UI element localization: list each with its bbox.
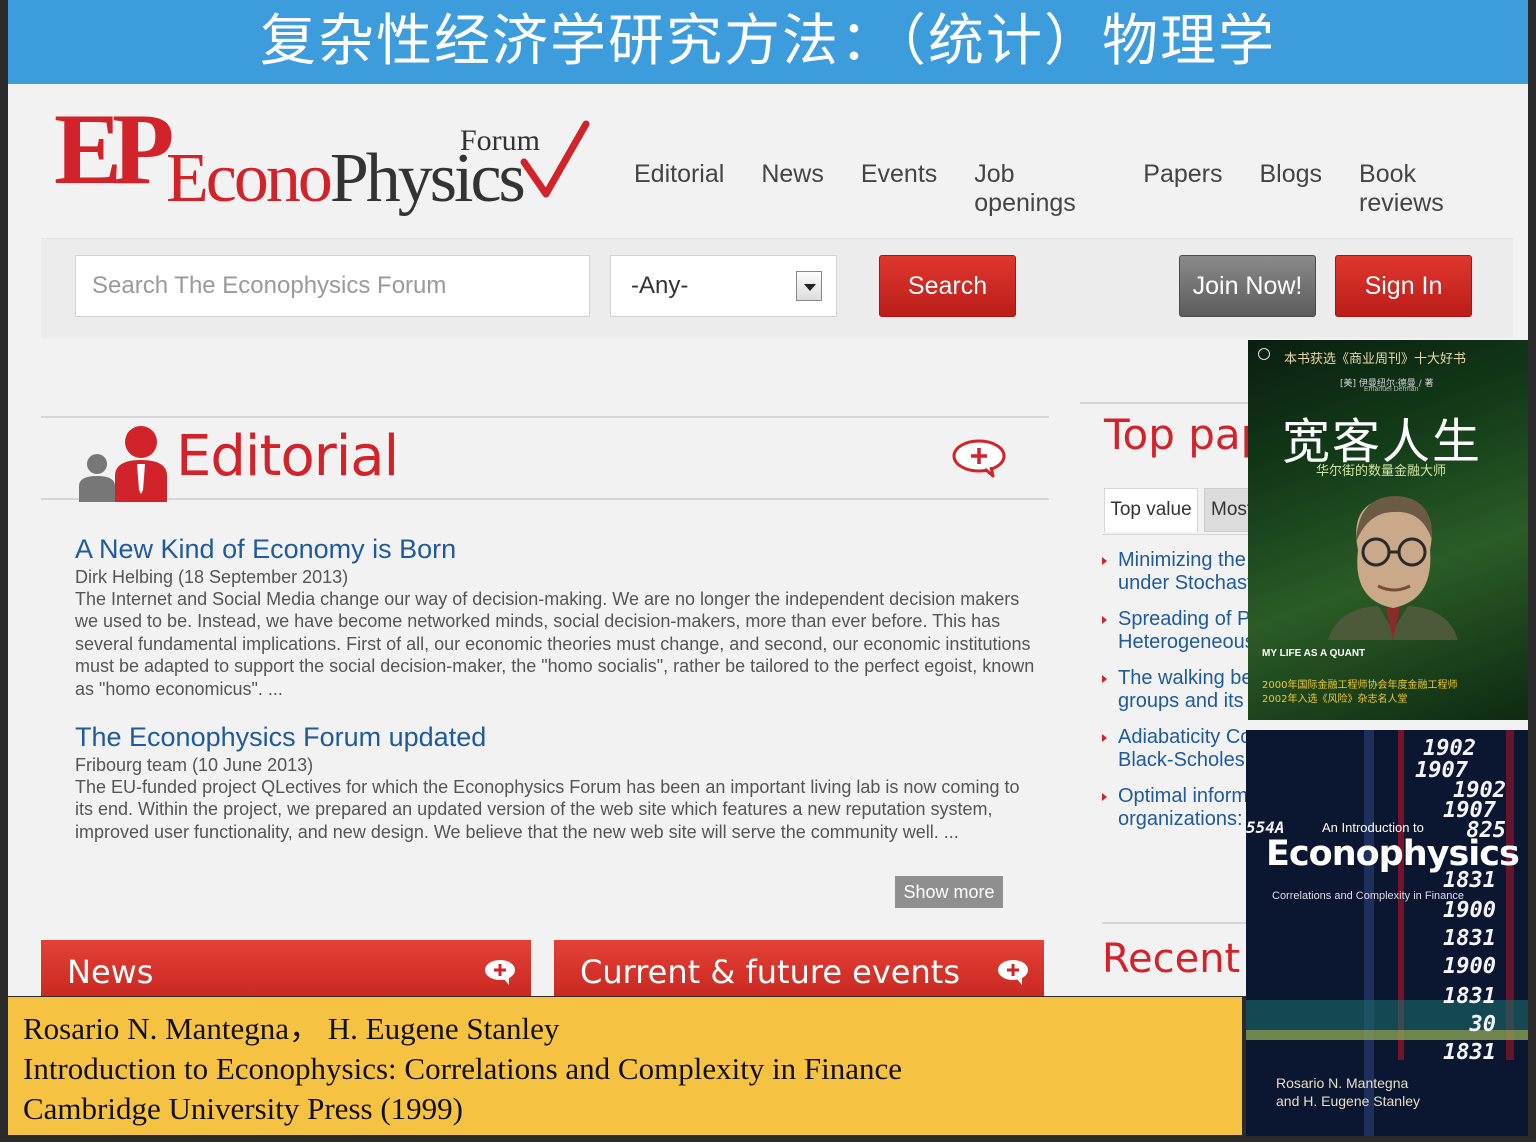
book-cover-introduction-to-econophysics: 1902 1907 1902 1907 825 554A 1831 1900 1…	[1246, 730, 1528, 1136]
ticker-value: 1831	[1443, 926, 1496, 951]
people-icon	[79, 426, 167, 502]
checkmark-icon	[520, 120, 590, 198]
nav-book-reviews[interactable]: Book reviews	[1359, 160, 1491, 218]
editorial-header: Editorial	[41, 416, 1049, 502]
citation-title: Introduction to Econophysics: Correlatio…	[23, 1051, 903, 1086]
add-speech-bubble-icon[interactable]	[483, 958, 517, 986]
editorial-panel: Editorial A New Kind of Economy is Born …	[41, 416, 1049, 916]
book-authors: Rosario N. Mantegna and H. Eugene Stanle…	[1276, 1075, 1420, 1109]
article-byline: Dirk Helbing (18 September 2013)	[75, 567, 349, 587]
ticker-value: 1900	[1443, 954, 1496, 979]
ticker-value: 1831	[1443, 1040, 1496, 1065]
publisher-logo-icon	[1258, 348, 1270, 360]
nav-job-openings[interactable]: Job openings	[974, 160, 1106, 218]
book-cover-my-life-as-a-quant: 本书获选《商业周刊》十大好书 [美] 伊曼纽尔·德曼 / 著 Emanuel D…	[1248, 340, 1528, 720]
book-series-label: An Introduction to	[1322, 820, 1424, 835]
nav-events[interactable]: Events	[861, 160, 937, 218]
ep-logo-mark: EP	[54, 93, 174, 206]
news-tab[interactable]: News	[41, 940, 531, 996]
article-byline: Fribourg team (10 June 2013)	[75, 755, 314, 775]
book-award: 2002年入选《风险》杂志名人堂	[1262, 694, 1408, 705]
article-title-link[interactable]: The Econophysics Forum updated	[75, 720, 1040, 754]
book-subtitle: Correlations and Complexity in Finance	[1272, 890, 1464, 902]
article-item: The Econophysics Forum updated Fribourg …	[75, 720, 1040, 843]
nav-blogs[interactable]: Blogs	[1260, 160, 1323, 218]
article-excerpt: The Internet and Social Media change our…	[75, 589, 1035, 699]
book-author-latin: Emanuel Derman	[1364, 386, 1419, 393]
citation-authors: Rosario N. Mantegna， H. Eugene Stanley	[23, 1011, 560, 1046]
content-type-select[interactable]: -Any-	[610, 255, 837, 317]
article-excerpt: The EU-funded project QLectives for whic…	[75, 777, 1020, 842]
add-speech-bubble-icon[interactable]	[996, 958, 1030, 986]
book-tagline: 本书获选《商业周刊》十大好书	[1284, 352, 1467, 367]
news-tab-label: News	[67, 953, 154, 991]
ticker-value: 30	[1469, 1012, 1497, 1037]
sign-in-button[interactable]: Sign In	[1335, 255, 1472, 317]
select-value: -Any-	[631, 272, 689, 299]
book-subtitle: 华尔街的数量金融大师	[1316, 464, 1447, 479]
search-button[interactable]: Search	[879, 255, 1016, 317]
dropdown-arrow-icon[interactable]	[796, 271, 822, 301]
events-tab-label: Current & future events	[580, 953, 960, 991]
slide-title: 复杂性经济学研究方法：（统计）物理学	[8, 0, 1528, 84]
nav-papers[interactable]: Papers	[1143, 160, 1222, 218]
citation-publisher: Cambridge University Press (1999)	[23, 1091, 463, 1126]
add-speech-bubble-icon[interactable]	[951, 438, 1007, 478]
book-title: Econophysics	[1266, 834, 1520, 874]
ticker-value: 1831	[1443, 984, 1496, 1009]
article-item: A New Kind of Economy is Born Dirk Helbi…	[75, 532, 1040, 700]
econophysics-forum-logo[interactable]: EP EconoPhysics Forum	[54, 93, 614, 214]
show-more-button[interactable]: Show more	[895, 876, 1003, 908]
events-tab[interactable]: Current & future events	[554, 940, 1044, 996]
nav-news[interactable]: News	[761, 160, 824, 218]
citation-box: Rosario N. Mantegna， H. Eugene Stanley I…	[8, 997, 1242, 1135]
author-portrait-image	[1328, 496, 1458, 640]
article-title-link[interactable]: A New Kind of Economy is Born	[75, 532, 1040, 566]
main-nav: Editorial News Events Job openings Paper…	[634, 160, 1528, 218]
join-now-button[interactable]: Join Now!	[1179, 255, 1316, 317]
search-input[interactable]	[75, 255, 590, 317]
book-award: 2000年国际金融工程师协会年度金融工程师	[1262, 680, 1458, 691]
tab-top-value[interactable]: Top value	[1104, 488, 1198, 532]
search-bar: -Any- Search Join Now! Sign In	[41, 238, 1513, 338]
editorial-title: Editorial	[176, 424, 399, 489]
nav-editorial[interactable]: Editorial	[634, 160, 724, 218]
book-english-title: MY LIFE AS A QUANT	[1262, 648, 1366, 659]
